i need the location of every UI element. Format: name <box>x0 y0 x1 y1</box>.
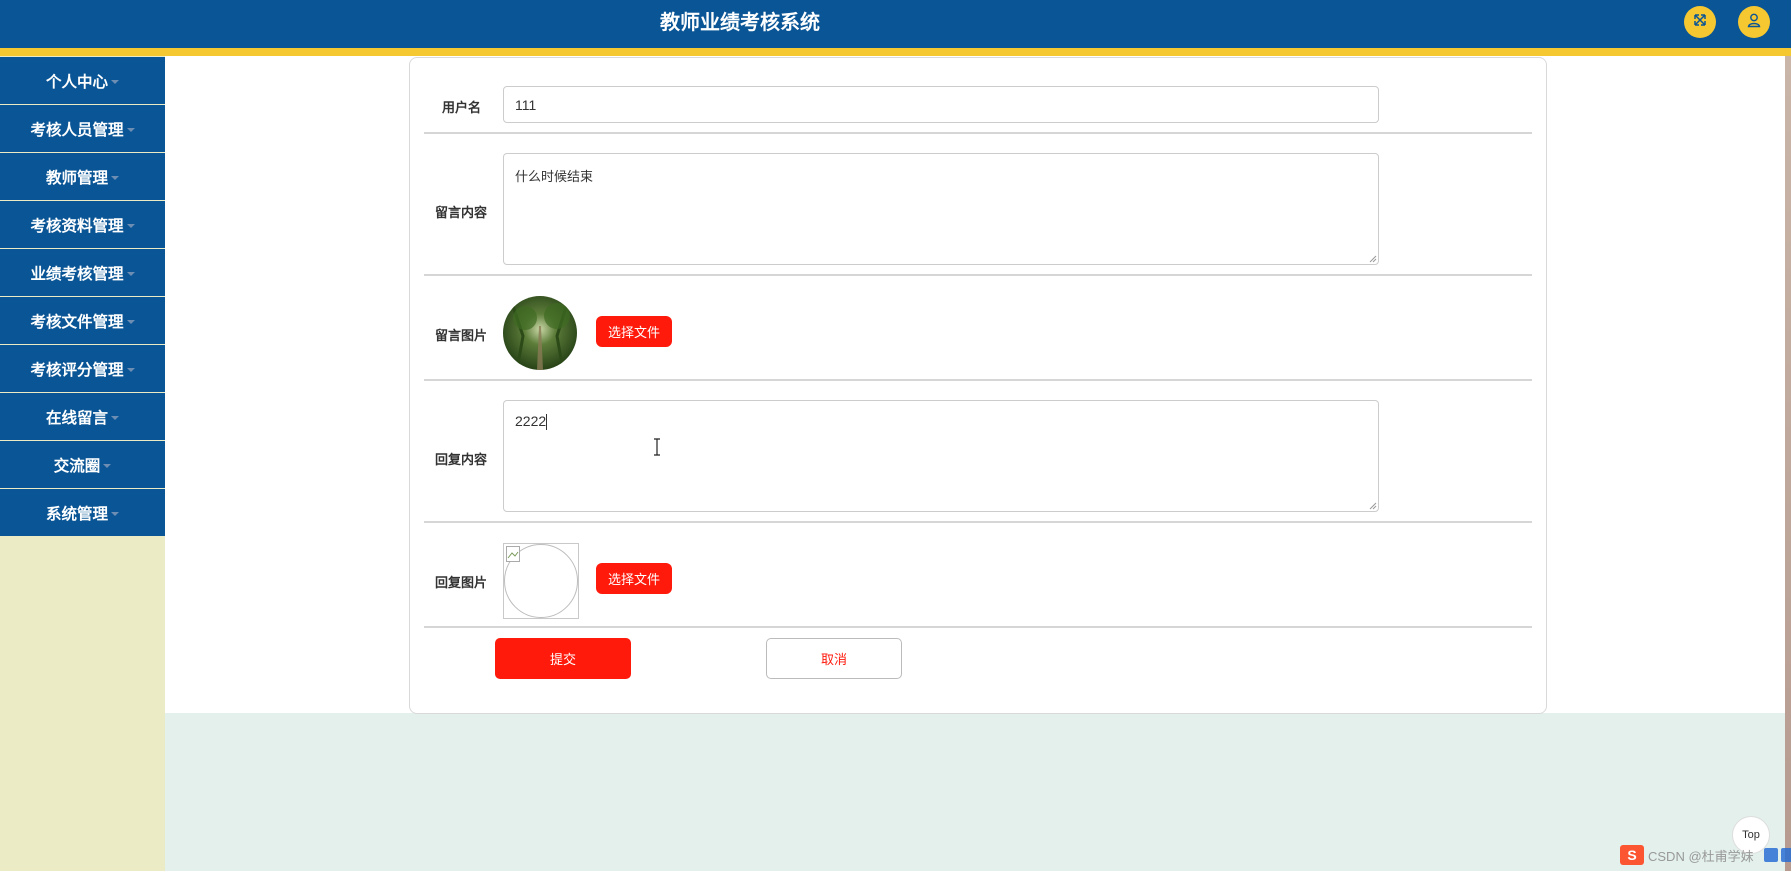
sidebar-item-label: 考核人员管理 <box>30 121 124 139</box>
reply-image-placeholder <box>503 543 579 619</box>
header-accent-stripe <box>0 48 1791 56</box>
cancel-button[interactable]: 取消 <box>766 638 902 679</box>
expand-arrows-icon <box>1692 12 1708 33</box>
sidebar-item-label: 教师管理 <box>45 169 108 187</box>
sidebar-item-personal-center[interactable]: 个人中心 <box>0 57 165 104</box>
sidebar-item-system-management[interactable]: 系统管理 <box>0 489 165 536</box>
row-divider <box>424 626 1532 628</box>
resize-grip-icon[interactable] <box>1367 500 1377 510</box>
fullscreen-button[interactable] <box>1684 6 1716 38</box>
message-content-label: 留言内容 <box>435 205 488 220</box>
caret-down-icon <box>126 367 135 372</box>
top-header: 教师业绩考核系统 <box>0 0 1791 48</box>
row-divider <box>424 274 1532 276</box>
message-content-textarea[interactable]: 什么时候结束 <box>503 153 1379 265</box>
caret-down-icon <box>111 415 119 420</box>
sidebar-item-label: 个人中心 <box>45 73 108 91</box>
sidebar-item-label: 系统管理 <box>45 505 108 523</box>
reply-content-textarea[interactable]: 2222 <box>503 400 1379 512</box>
sidebar-item-materials-management[interactable]: 考核资料管理 <box>0 201 165 248</box>
sidebar-item-label: 考核评分管理 <box>30 361 124 379</box>
sidebar-item-label: 考核文件管理 <box>30 313 124 331</box>
text-caret <box>546 414 548 431</box>
i-beam-cursor-icon <box>652 438 662 461</box>
sidebar-item-teacher-management[interactable]: 教师管理 <box>0 153 165 200</box>
sidebar: 个人中心 考核人员管理 教师管理 考核资料管理 业绩考核管理 考核文件管理 考核… <box>0 56 165 871</box>
reply-image-label: 回复图片 <box>435 575 488 590</box>
row-divider <box>424 521 1532 523</box>
caret-down-icon <box>111 79 119 84</box>
app-title: 教师业绩考核系统 <box>660 12 820 34</box>
caret-down-icon <box>126 319 135 324</box>
sidebar-item-label: 在线留言 <box>45 409 108 427</box>
caret-down-icon <box>111 511 119 516</box>
sidebar-item-performance-management[interactable]: 业绩考核管理 <box>0 249 165 296</box>
message-image-thumbnail <box>503 296 577 370</box>
reply-content-text: 2222 <box>515 413 547 429</box>
sidebar-item-file-management[interactable]: 考核文件管理 <box>0 297 165 344</box>
caret-down-icon <box>126 223 135 228</box>
username-label: 用户名 <box>442 100 482 115</box>
sidebar-item-assessor-management[interactable]: 考核人员管理 <box>0 105 165 152</box>
choose-message-image-button[interactable]: 选择文件 <box>596 316 672 347</box>
csdn-watermark: S CSDN @杜甫学妹 <box>1620 842 1791 868</box>
reply-content-label: 回复内容 <box>435 452 488 467</box>
caret-down-icon <box>103 463 112 468</box>
system-tray-icons <box>1763 848 1791 862</box>
sidebar-item-label: 业绩考核管理 <box>30 265 124 283</box>
message-content-text: 什么时候结束 <box>515 169 594 184</box>
page-scrollbar[interactable] <box>1785 56 1791 871</box>
choose-reply-image-button[interactable]: 选择文件 <box>596 563 672 594</box>
submit-button[interactable]: 提交 <box>495 638 631 679</box>
sidebar-item-label: 交流圈 <box>53 457 101 475</box>
message-image-label: 留言图片 <box>435 328 488 343</box>
caret-down-icon <box>126 271 135 276</box>
sidebar-item-label: 考核资料管理 <box>30 217 124 235</box>
csdn-logo-icon: S <box>1620 845 1644 865</box>
sidebar-item-forum[interactable]: 交流圈 <box>0 441 165 488</box>
row-divider <box>424 132 1532 134</box>
caret-down-icon <box>111 175 119 180</box>
caret-down-icon <box>126 127 135 132</box>
username-input[interactable] <box>503 86 1379 123</box>
sidebar-item-scoring-management[interactable]: 考核评分管理 <box>0 345 165 392</box>
user-button[interactable] <box>1738 6 1770 38</box>
watermark-text: CSDN @杜甫学妹 <box>1648 848 1754 864</box>
resize-grip-icon[interactable] <box>1367 253 1377 263</box>
user-avatar-icon <box>1746 12 1762 33</box>
sidebar-item-online-message[interactable]: 在线留言 <box>0 393 165 440</box>
row-divider <box>424 379 1532 381</box>
